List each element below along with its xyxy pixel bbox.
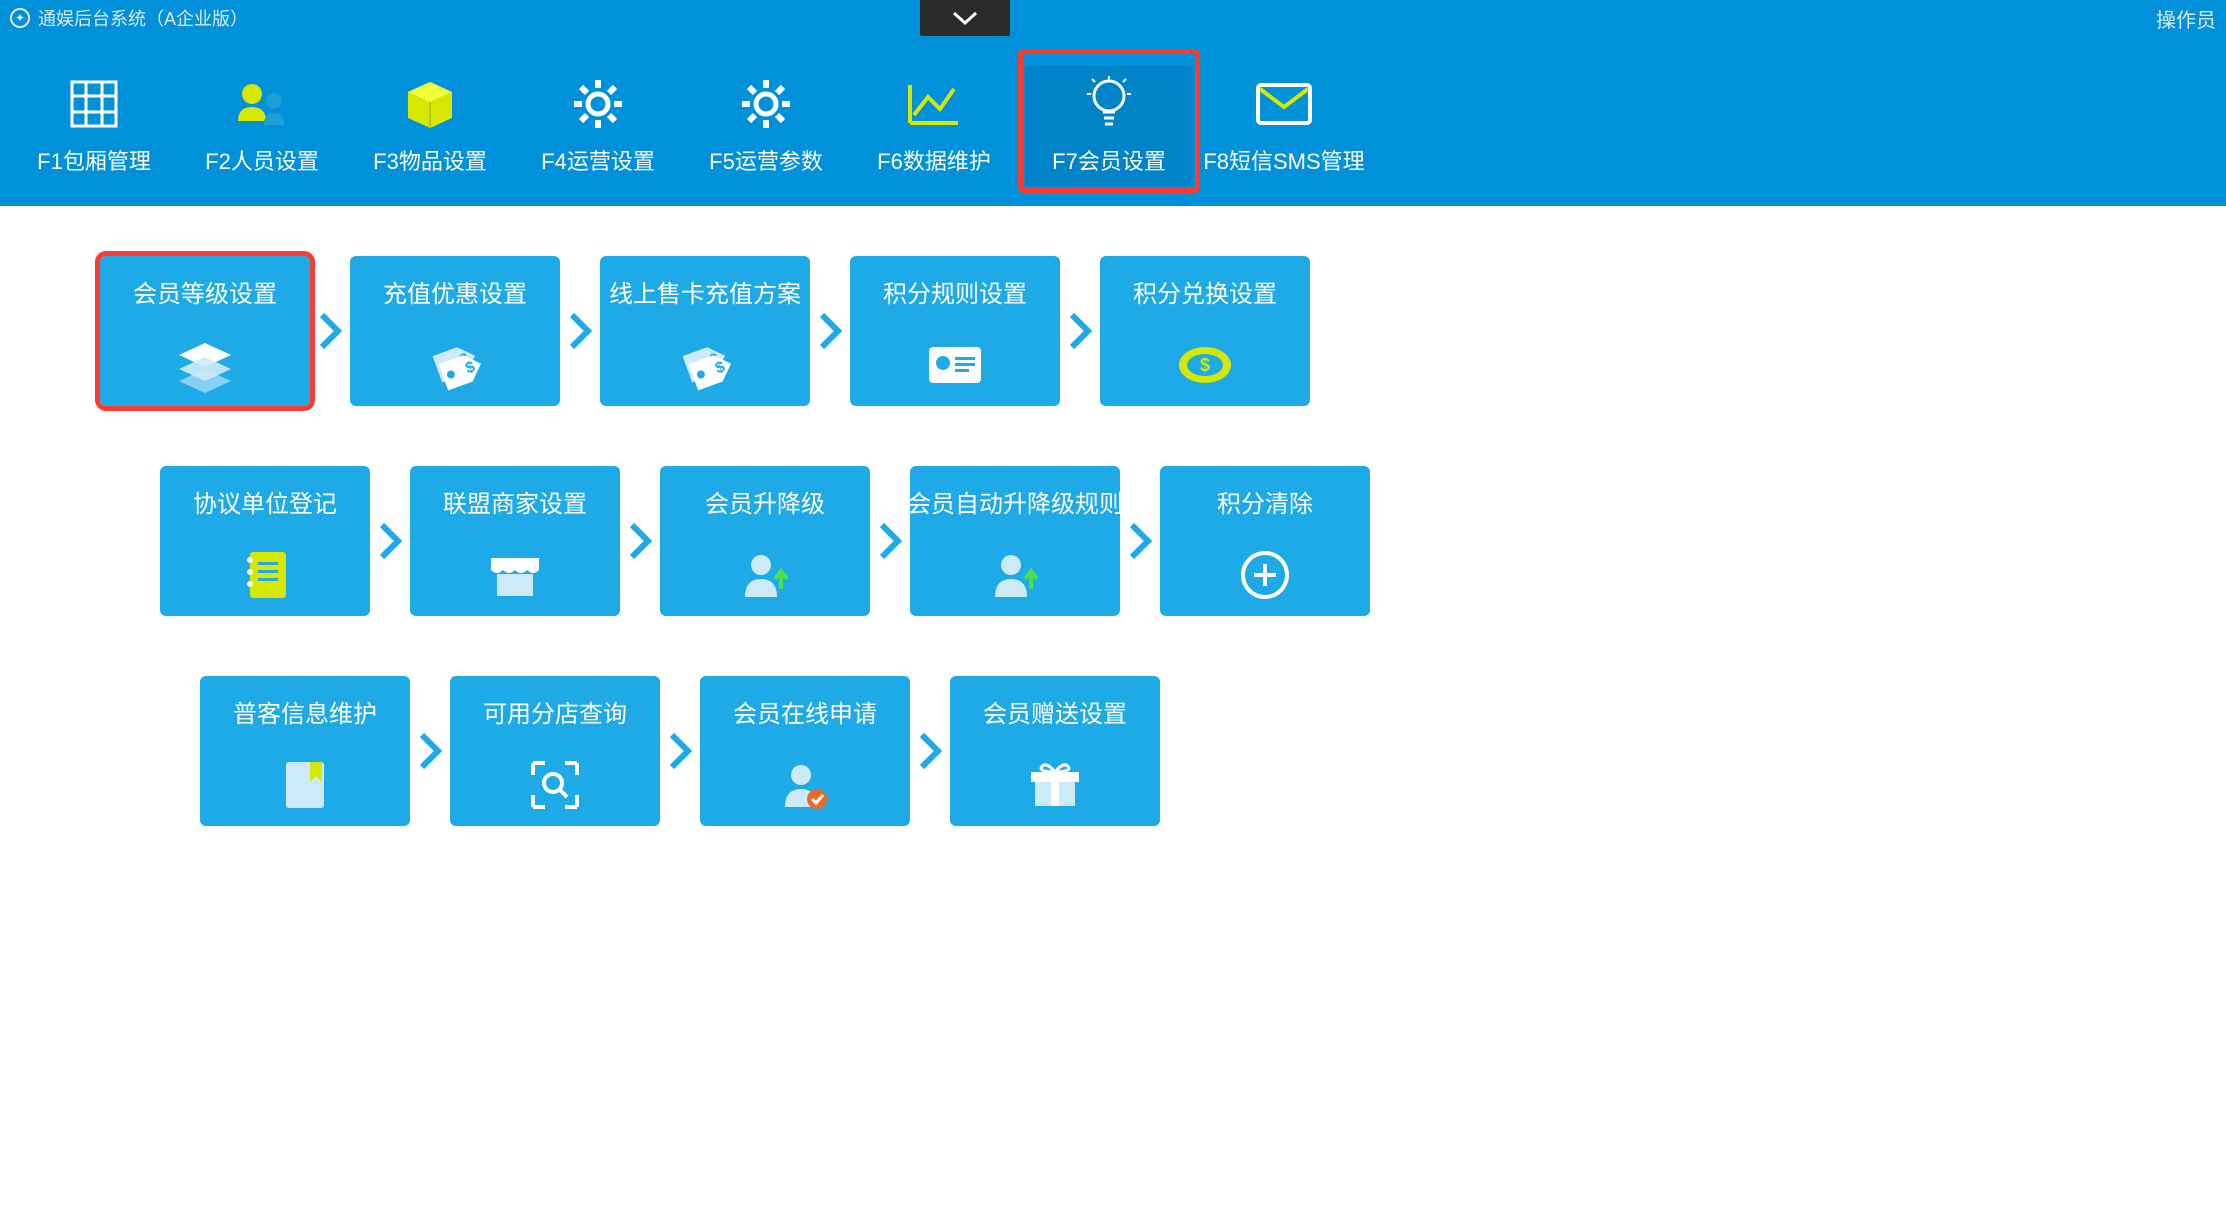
app-logo-icon: ✦ xyxy=(10,8,30,28)
tile-2-3[interactable]: 会员赠送设置 xyxy=(950,676,1160,826)
nav-item-3[interactable]: F4运营设置 xyxy=(514,66,682,186)
top-dropdown-toggle[interactable] xyxy=(920,0,1010,36)
tile-label: 协议单位登记 xyxy=(193,484,337,519)
tile-label: 会员升降级 xyxy=(705,484,825,519)
tile-label: 会员在线申请 xyxy=(733,694,877,729)
nav-item-1[interactable]: F2人员设置 xyxy=(178,66,346,186)
people-icon xyxy=(234,76,290,132)
tile-label: 线上售卡充值方案 xyxy=(609,274,801,309)
userCheck-icon xyxy=(777,743,833,826)
tile-row-0: 会员等级设置 充值优惠设置 $$ 线上售卡充值方案 $$ 积分规则设置 积分兑换设置 $ xyxy=(100,256,2126,406)
coin-icon: $ xyxy=(1175,323,1235,406)
chevron-right-icon xyxy=(1120,519,1160,563)
tile-1-3[interactable]: 会员自动升降级规则 xyxy=(910,466,1120,616)
nav-label: F5运营参数 xyxy=(709,144,823,176)
chevron-right-icon xyxy=(620,519,660,563)
nav-item-6[interactable]: F7会员设置 xyxy=(1025,66,1193,186)
chevron-right-icon xyxy=(810,309,850,353)
nav-item-2[interactable]: F3物品设置 xyxy=(346,66,514,186)
nav-label: F8短信SMS管理 xyxy=(1203,144,1364,176)
gift-icon xyxy=(1027,743,1083,826)
tile-0-1[interactable]: 充值优惠设置 $$ xyxy=(350,256,560,406)
nav-label: F1包厢管理 xyxy=(37,144,151,176)
tile-label: 可用分店查询 xyxy=(483,694,627,729)
tile-label: 普客信息维护 xyxy=(233,694,377,729)
chevron-right-icon xyxy=(1060,309,1100,353)
tile-0-0[interactable]: 会员等级设置 xyxy=(100,256,310,406)
layers-icon xyxy=(173,323,237,406)
tile-row-2: 普客信息维护 可用分店查询 会员在线申请 会员赠送设置 xyxy=(100,676,2126,826)
nav-item-0[interactable]: F1包厢管理 xyxy=(10,66,178,186)
content-area: 会员等级设置 充值优惠设置 $$ 线上售卡充值方案 $$ 积分规则设置 积分兑换设置 $ 协议单… xyxy=(0,206,2226,826)
nav-item-4[interactable]: F5运营参数 xyxy=(682,66,850,186)
tile-2-2[interactable]: 会员在线申请 xyxy=(700,676,910,826)
chevron-right-icon xyxy=(410,729,450,773)
titlebar: ✦ 通娱后台系统（A企业版） 操作员 xyxy=(0,0,2226,36)
nav-label: F4运营设置 xyxy=(541,144,655,176)
tile-label: 会员等级设置 xyxy=(133,274,277,309)
box-icon xyxy=(404,76,456,132)
chevron-right-icon xyxy=(660,729,700,773)
svg-text:$: $ xyxy=(1200,355,1210,375)
userUp-icon xyxy=(987,533,1043,616)
chevron-right-icon xyxy=(370,519,410,563)
chart-icon xyxy=(906,76,962,132)
chevron-right-icon xyxy=(870,519,910,563)
nav-label: F7会员设置 xyxy=(1052,144,1166,176)
tag-icon: $$ xyxy=(423,323,487,406)
tile-0-3[interactable]: 积分规则设置 xyxy=(850,256,1060,406)
bulb-icon xyxy=(1087,76,1131,132)
app-title: 通娱后台系统（A企业版） xyxy=(38,5,248,31)
tag-icon: $$ xyxy=(673,323,737,406)
card-icon xyxy=(923,323,987,406)
nav-label: F6数据维护 xyxy=(877,144,991,176)
chevron-right-icon xyxy=(910,729,950,773)
chevron-right-icon xyxy=(560,309,600,353)
userUp-icon xyxy=(737,533,793,616)
tile-label: 会员赠送设置 xyxy=(983,694,1127,729)
nav-item-7[interactable]: F8短信SMS管理 xyxy=(1200,66,1368,186)
tile-label: 充值优惠设置 xyxy=(383,274,527,309)
notebook-icon xyxy=(240,533,290,616)
tile-2-1[interactable]: 可用分店查询 xyxy=(450,676,660,826)
tile-1-0[interactable]: 协议单位登记 xyxy=(160,466,370,616)
tile-1-2[interactable]: 会员升降级 xyxy=(660,466,870,616)
tile-1-1[interactable]: 联盟商家设置 xyxy=(410,466,620,616)
grid-icon xyxy=(68,76,120,132)
bookmark-icon xyxy=(280,743,330,826)
main-navbar: F1包厢管理 F2人员设置 F3物品设置 F4运营设置 F5运营参数 F6数据维护 F7会员… xyxy=(0,36,2226,206)
tile-label: 积分兑换设置 xyxy=(1133,274,1277,309)
tile-2-0[interactable]: 普客信息维护 xyxy=(200,676,410,826)
operator-label[interactable]: 操作员 xyxy=(2156,4,2216,33)
tile-row-1: 协议单位登记 联盟商家设置 会员升降级 会员自动升降级规则 积分清除 xyxy=(100,466,2126,616)
nav-highlight-box: F7会员设置 xyxy=(1018,49,1200,193)
chevron-down-icon xyxy=(952,10,978,26)
mail-icon xyxy=(1256,76,1312,132)
tile-label: 会员自动升降级规则 xyxy=(907,484,1123,519)
scan-icon xyxy=(527,743,583,826)
nav-label: F2人员设置 xyxy=(205,144,319,176)
tile-1-4[interactable]: 积分清除 xyxy=(1160,466,1370,616)
tile-label: 积分规则设置 xyxy=(883,274,1027,309)
gear2-icon xyxy=(740,76,792,132)
nav-item-5[interactable]: F6数据维护 xyxy=(850,66,1018,186)
tile-label: 联盟商家设置 xyxy=(443,484,587,519)
nav-label: F3物品设置 xyxy=(373,144,487,176)
shop-icon xyxy=(485,533,545,616)
tile-0-4[interactable]: 积分兑换设置 $ xyxy=(1100,256,1310,406)
gear-icon xyxy=(572,76,624,132)
chevron-right-icon xyxy=(310,309,350,353)
tile-0-2[interactable]: 线上售卡充值方案 $$ xyxy=(600,256,810,406)
tile-label: 积分清除 xyxy=(1217,484,1313,519)
plusCircle-icon xyxy=(1238,533,1292,616)
